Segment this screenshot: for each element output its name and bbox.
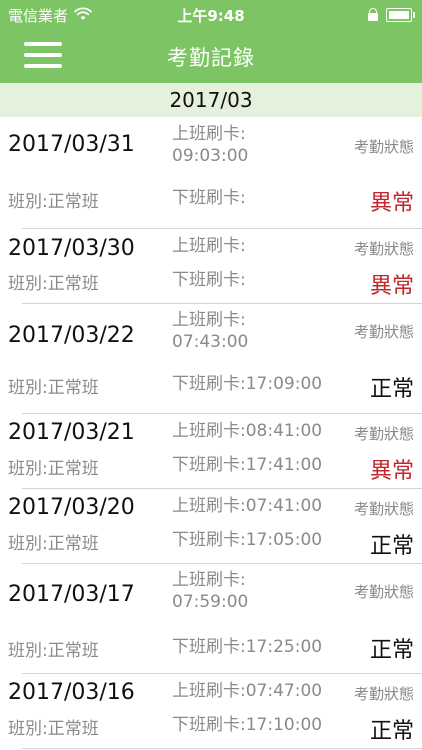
record-clock-out: 下班刷卡:17:41:00 — [172, 455, 323, 475]
navigation-bar: 考勤記錄 — [0, 30, 422, 83]
record-date: 2017/03/17 — [8, 582, 135, 607]
record-shift: 班別:正常班 — [8, 378, 99, 398]
record-status-badge: 正常 — [369, 719, 414, 744]
record-shift: 班別:正常班 — [8, 719, 99, 739]
attendance-record-row[interactable]: 2017/03/31 班別:正常班 上班刷卡: 09:03:00 下班刷卡: 考勤狀態異常 — [0, 117, 422, 229]
record-clock-in: 上班刷卡: 07:59:00 — [172, 570, 249, 612]
record-status-badge: 正常 — [369, 534, 414, 559]
status-time: 上午9:48 — [177, 7, 245, 25]
record-status-label: 考勤狀態 — [353, 685, 414, 703]
record-status-label: 考勤狀態 — [353, 138, 414, 156]
record-status-badge: 異常 — [369, 274, 414, 299]
record-status-badge: 異常 — [369, 459, 414, 484]
record-shift: 班別:正常班 — [8, 459, 99, 479]
record-date: 2017/03/31 — [8, 132, 135, 157]
attendance-record-row[interactable]: 2017/03/17 班別:正常班 上班刷卡: 07:59:00 下班刷卡:17:25:… — [0, 564, 422, 674]
record-shift: 班別:正常班 — [8, 641, 99, 661]
record-shift: 班別:正常班 — [8, 534, 99, 554]
record-status-label: 考勤狀態 — [353, 323, 414, 341]
record-status-badge: 正常 — [369, 638, 414, 663]
status-bar: 電信業者 上午9:48 — [0, 0, 422, 30]
record-clock-out: 下班刷卡:17:05:00 — [172, 530, 323, 550]
page-title: 考勤記錄 — [167, 46, 255, 70]
record-clock-in: 上班刷卡:07:47:00 — [172, 681, 323, 701]
record-clock-out: 下班刷卡:17:25:00 — [172, 637, 323, 657]
record-clock-out: 下班刷卡: — [172, 188, 246, 208]
record-status-badge: 異常 — [369, 191, 414, 216]
battery-icon — [386, 8, 415, 22]
attendance-record-row[interactable]: 2017/03/20 班別:正常班 上班刷卡:07:41:00 下班刷卡:17:05:… — [0, 489, 422, 564]
record-status-label: 考勤狀態 — [353, 500, 414, 518]
record-shift: 班別:正常班 — [8, 274, 99, 294]
record-date: 2017/03/30 — [8, 236, 135, 261]
record-clock-in: 上班刷卡:08:41:00 — [172, 421, 323, 441]
attendance-list[interactable]: 2017/03/31 班別:正常班 上班刷卡: 09:03:00 下班刷卡: 考勤狀態 異常… — [0, 117, 422, 749]
record-date: 2017/03/20 — [8, 495, 135, 520]
record-clock-out: 下班刷卡:17:09:00 — [172, 374, 323, 394]
row-divider — [22, 748, 422, 749]
attendance-record-row[interactable]: 2017/03/30 班別:正常班 上班刷卡: 下班刷卡: 考勤狀態異常 — [0, 229, 422, 304]
record-clock-in: 上班刷卡: 07:43:00 — [172, 310, 249, 352]
record-status-label: 考勤狀態 — [353, 425, 414, 443]
record-shift: 班別:正常班 — [8, 192, 99, 212]
record-status-label: 考勤狀態 — [353, 583, 414, 601]
attendance-record-row[interactable]: 2017/03/16 班別:正常班 上班刷卡:07:47:00 下班刷卡:17:10:… — [0, 674, 422, 749]
record-status-label: 考勤狀態 — [353, 240, 414, 258]
record-clock-in: 上班刷卡: 09:03:00 — [172, 124, 249, 166]
record-date: 2017/03/21 — [8, 420, 135, 445]
lock-icon — [368, 8, 378, 21]
record-clock-in: 上班刷卡: — [172, 236, 246, 256]
record-date: 2017/03/22 — [8, 323, 135, 348]
record-status-badge: 正常 — [369, 377, 414, 402]
month-section-header: 2017/03 — [0, 83, 422, 117]
attendance-record-row[interactable]: 2017/03/22 班別:正常班 上班刷卡: 07:43:00 下班刷卡:17:09:… — [0, 304, 422, 414]
record-clock-out: 下班刷卡: — [172, 270, 246, 290]
attendance-record-row[interactable]: 2017/03/21 班別:正常班 上班刷卡:08:41:00 下班刷卡:17:41:… — [0, 414, 422, 489]
record-date: 2017/03/16 — [8, 680, 135, 705]
record-clock-out: 下班刷卡:17:10:00 — [172, 715, 323, 735]
record-clock-in: 上班刷卡:07:41:00 — [172, 496, 323, 516]
